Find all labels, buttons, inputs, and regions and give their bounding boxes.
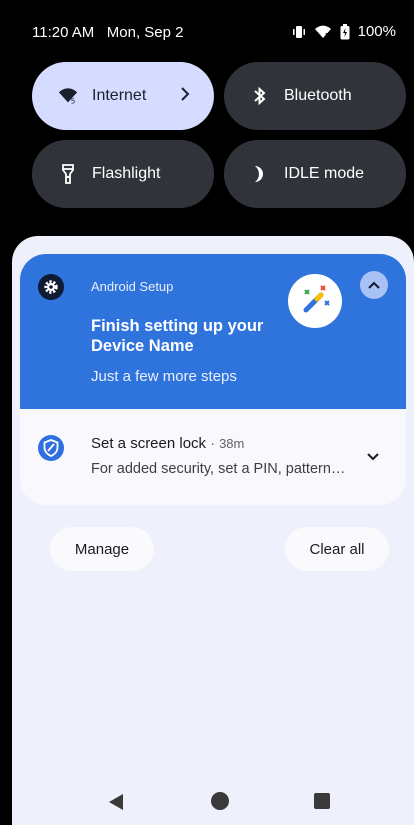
notification-screen-lock[interactable]: Set a screen lock · 38m For added security… — [20, 409, 406, 505]
shield-icon — [38, 435, 64, 461]
svg-text:5: 5 — [71, 96, 76, 105]
nav-back-button[interactable] — [108, 793, 124, 816]
notification-android-setup[interactable]: Android Setup Finish setting up your Dev… — [20, 254, 406, 409]
status-datetime: 11:20 AM Mon, Sep 2 — [32, 24, 184, 41]
wifi-icon: 5 — [58, 86, 78, 106]
screen: 11:20 AM Mon, Sep 2 5 100% 5 Internet Bl… — [0, 0, 414, 825]
magic-wand-icon — [288, 274, 342, 328]
chevron-down-icon — [367, 453, 379, 461]
tile-bluetooth[interactable]: Bluetooth — [224, 62, 406, 130]
battery-icon — [340, 23, 350, 40]
tile-internet[interactable]: 5 Internet — [32, 62, 214, 130]
notification-text: Just a few more steps — [91, 368, 237, 385]
status-time: 11:20 AM — [32, 24, 95, 41]
chevron-right-icon — [180, 86, 190, 107]
collapse-button[interactable] — [360, 271, 388, 299]
clear-all-button[interactable]: Clear all — [285, 527, 389, 571]
gear-icon — [38, 274, 64, 300]
manage-button[interactable]: Manage — [50, 527, 154, 571]
notification-title: Set a screen lock — [91, 435, 207, 452]
status-date: Mon, Sep 2 — [106, 24, 184, 41]
bluetooth-icon — [250, 86, 270, 106]
battery-percent: 100% — [357, 23, 396, 40]
status-icons: 5 100% — [292, 23, 396, 40]
notification-app-name: Android Setup — [91, 279, 174, 294]
nav-recents-button[interactable] — [314, 793, 330, 809]
moon-icon — [250, 164, 270, 184]
chevron-up-icon — [368, 281, 380, 289]
wifi-icon: 5 — [314, 25, 332, 39]
tile-flashlight[interactable]: Flashlight — [32, 140, 214, 208]
tile-label: Bluetooth — [284, 87, 352, 104]
back-triangle-icon — [109, 794, 123, 810]
status-bar: 11:20 AM Mon, Sep 2 5 100% — [0, 0, 414, 60]
notification-title: Finish setting up your Device Name — [91, 317, 264, 355]
tile-label: IDLE mode — [284, 165, 365, 182]
svg-text:5: 5 — [325, 32, 329, 39]
nav-home-button[interactable] — [211, 792, 229, 810]
tile-label: Internet — [92, 87, 147, 104]
notification-title-row: Set a screen lock · 38m — [91, 435, 244, 452]
notification-time: 38m — [219, 436, 245, 451]
title-separator: · — [210, 435, 216, 452]
flashlight-icon — [58, 164, 78, 184]
notification-text: For added security, set a PIN, pattern, … — [91, 461, 347, 477]
tile-label: Flashlight — [92, 165, 161, 182]
expand-button[interactable] — [362, 446, 384, 468]
tile-idle-mode[interactable]: IDLE mode — [224, 140, 406, 208]
vibrate-icon — [292, 25, 306, 39]
